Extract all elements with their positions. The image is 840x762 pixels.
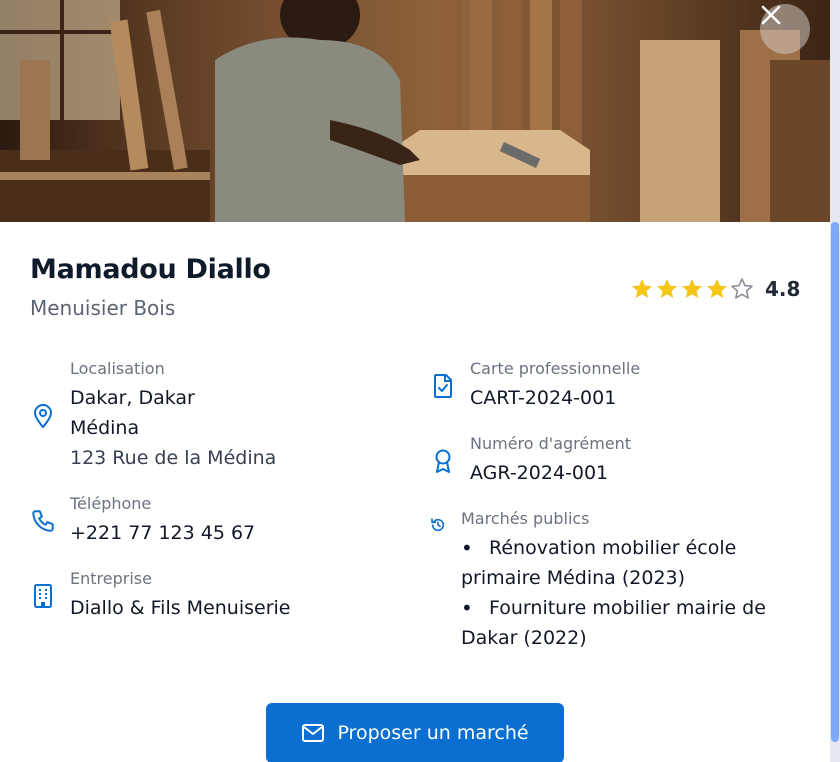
propose-market-button[interactable]: Proposer un marché <box>266 703 564 762</box>
location-label: Localisation <box>70 359 165 378</box>
artisan-profile-modal: Mamadou Diallo Menuisier Bois 4.8 Locali… <box>0 0 830 762</box>
artisan-name: Mamadou Diallo <box>30 254 271 285</box>
company-label: Entreprise <box>70 569 152 588</box>
workshop-illustration <box>0 0 830 222</box>
scrollbar[interactable] <box>830 0 840 762</box>
market-item: Fourniture mobilier mairie de Dakar (202… <box>461 593 791 653</box>
star-filled-icon <box>632 279 652 298</box>
building-icon <box>34 584 52 608</box>
award-icon <box>435 449 451 473</box>
phone-label: Téléphone <box>70 494 152 513</box>
rating-value: 4.8 <box>765 277 801 301</box>
location-city: Dakar, Dakar <box>70 387 195 409</box>
mail-icon <box>302 724 325 742</box>
card-value: CART-2024-001 <box>470 387 617 409</box>
market-item: Rénovation mobilier école primaire Médin… <box>461 533 791 593</box>
artisan-profession: Menuisier Bois <box>30 296 176 320</box>
scrollbar-thumb[interactable] <box>831 222 839 742</box>
phone-value[interactable]: +221 77 123 45 67 <box>70 518 255 548</box>
company-value: Diallo & Fils Menuiserie <box>70 597 291 619</box>
history-icon <box>431 518 445 532</box>
location-address: 123 Rue de la Médina <box>70 447 277 469</box>
approval-value: AGR-2024-001 <box>470 462 609 484</box>
markets-label: Marchés publics <box>461 509 590 528</box>
approval-label: Numéro d'agrément <box>470 434 632 453</box>
location-district: Médina <box>70 417 140 439</box>
star-empty-icon <box>731 278 753 299</box>
propose-market-label: Proposer un marché <box>337 722 529 744</box>
close-icon <box>761 5 781 25</box>
artisan-photo <box>0 0 830 222</box>
document-check-icon <box>434 374 452 398</box>
map-pin-icon <box>33 404 53 429</box>
markets-list: Rénovation mobilier école primaire Médin… <box>461 533 791 653</box>
star-filled-icon <box>682 279 702 298</box>
star-filled-icon <box>657 279 677 298</box>
phone-icon <box>32 510 54 532</box>
star-filled-icon <box>707 279 727 298</box>
rating-stars <box>630 277 755 301</box>
rating: 4.8 <box>630 277 800 301</box>
close-button[interactable] <box>760 4 810 54</box>
card-label: Carte professionnelle <box>470 359 641 378</box>
